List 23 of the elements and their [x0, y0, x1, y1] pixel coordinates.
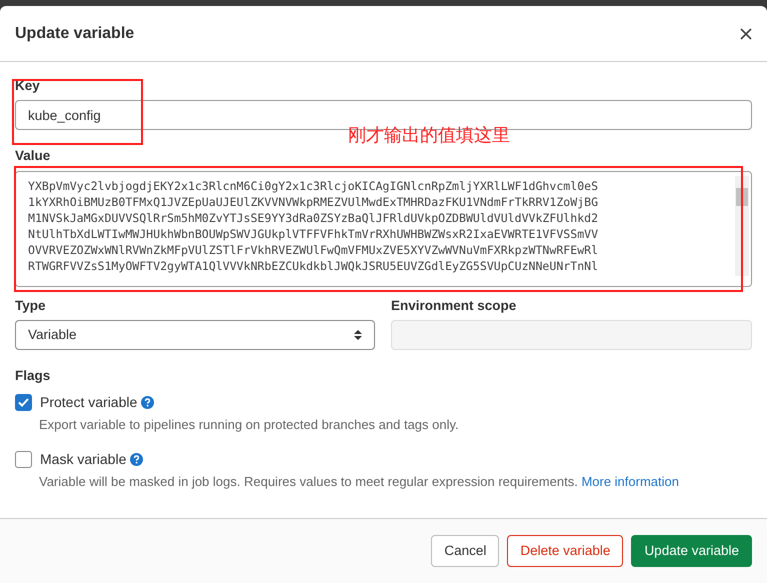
field-label: Key — [15, 77, 40, 95]
more-information-link[interactable]: More information — [581, 474, 679, 488]
flags-label: Flags — [15, 366, 50, 385]
checkbox-label: Protect variable — [40, 393, 138, 412]
value-textarea[interactable]: YXBpVmVyc2lvbjogdjEKY2x1c3RlcnM6Ci0gY2x1c3RlcjoKICAgIGNlcnRpZmljYXRlLWF1dGhvcml0eS 1kYXRhOiBMUzB0TFMxQ1JVZEpUaUJEUlZKVVNVWkpRMEZVUlMwdExTMHRDazFKU1VNdmFrTkRRV1ZoWjBG M1NVSkJaMGxDUVVSQlRrSm5hM0ZvYTJsSE9YY3dRa0ZSYzBaQlJFRldUVkpOZDBWUldVUldVVkZFUlhkd2 NtUlhTbXdLWTIwMWJHUkhWbnBOUWpSWVJGUkplVTFFVFhkTmVrRXhUWHBWZWsxR2IxaEVWRTE1VFVSSmVV OVVRVEZOZWxWNlRVWnZkMFpVUlZSTlFrVkhRVEZWUlFwQmVFMUxZVE5XYVZwWVNuVmFXRkpzWTNwRFEwRl RTWGRFVVZsS1MyOWFTV2gyWTA1QlVVVkNRbEZCUkdkblJWQkJSRU5EUVZGdlEyZG5SVUpCUzNNeUNrTnNl — [16, 172, 751, 286]
modal-title: Update variable — [15, 24, 134, 44]
select-arrows-icon — [354, 328, 362, 341]
checkbox[interactable] — [15, 394, 32, 411]
field-label: Environment scope — [391, 296, 516, 315]
update-button[interactable]: Update variable — [631, 535, 752, 567]
help-icon[interactable] — [141, 396, 154, 409]
checkbox-label: Mask variable — [40, 450, 126, 468]
type-select[interactable]: Variable — [15, 320, 375, 350]
cancel-button[interactable]: Cancel — [431, 535, 500, 567]
help-text: Variable will be masked in job logs. Requires values to meet regular expression requirements. — [39, 474, 578, 488]
help-icon[interactable] — [130, 452, 144, 466]
checkmark-icon — [18, 398, 29, 407]
help-text: Export variable to pipelines running on protected branches and tags only. — [39, 417, 459, 432]
delete-button[interactable]: Delete variable — [507, 535, 624, 567]
close-icon[interactable] — [740, 28, 752, 40]
field-label: Value — [15, 147, 50, 166]
field-label: Type — [15, 296, 46, 315]
checkbox[interactable] — [15, 450, 32, 468]
